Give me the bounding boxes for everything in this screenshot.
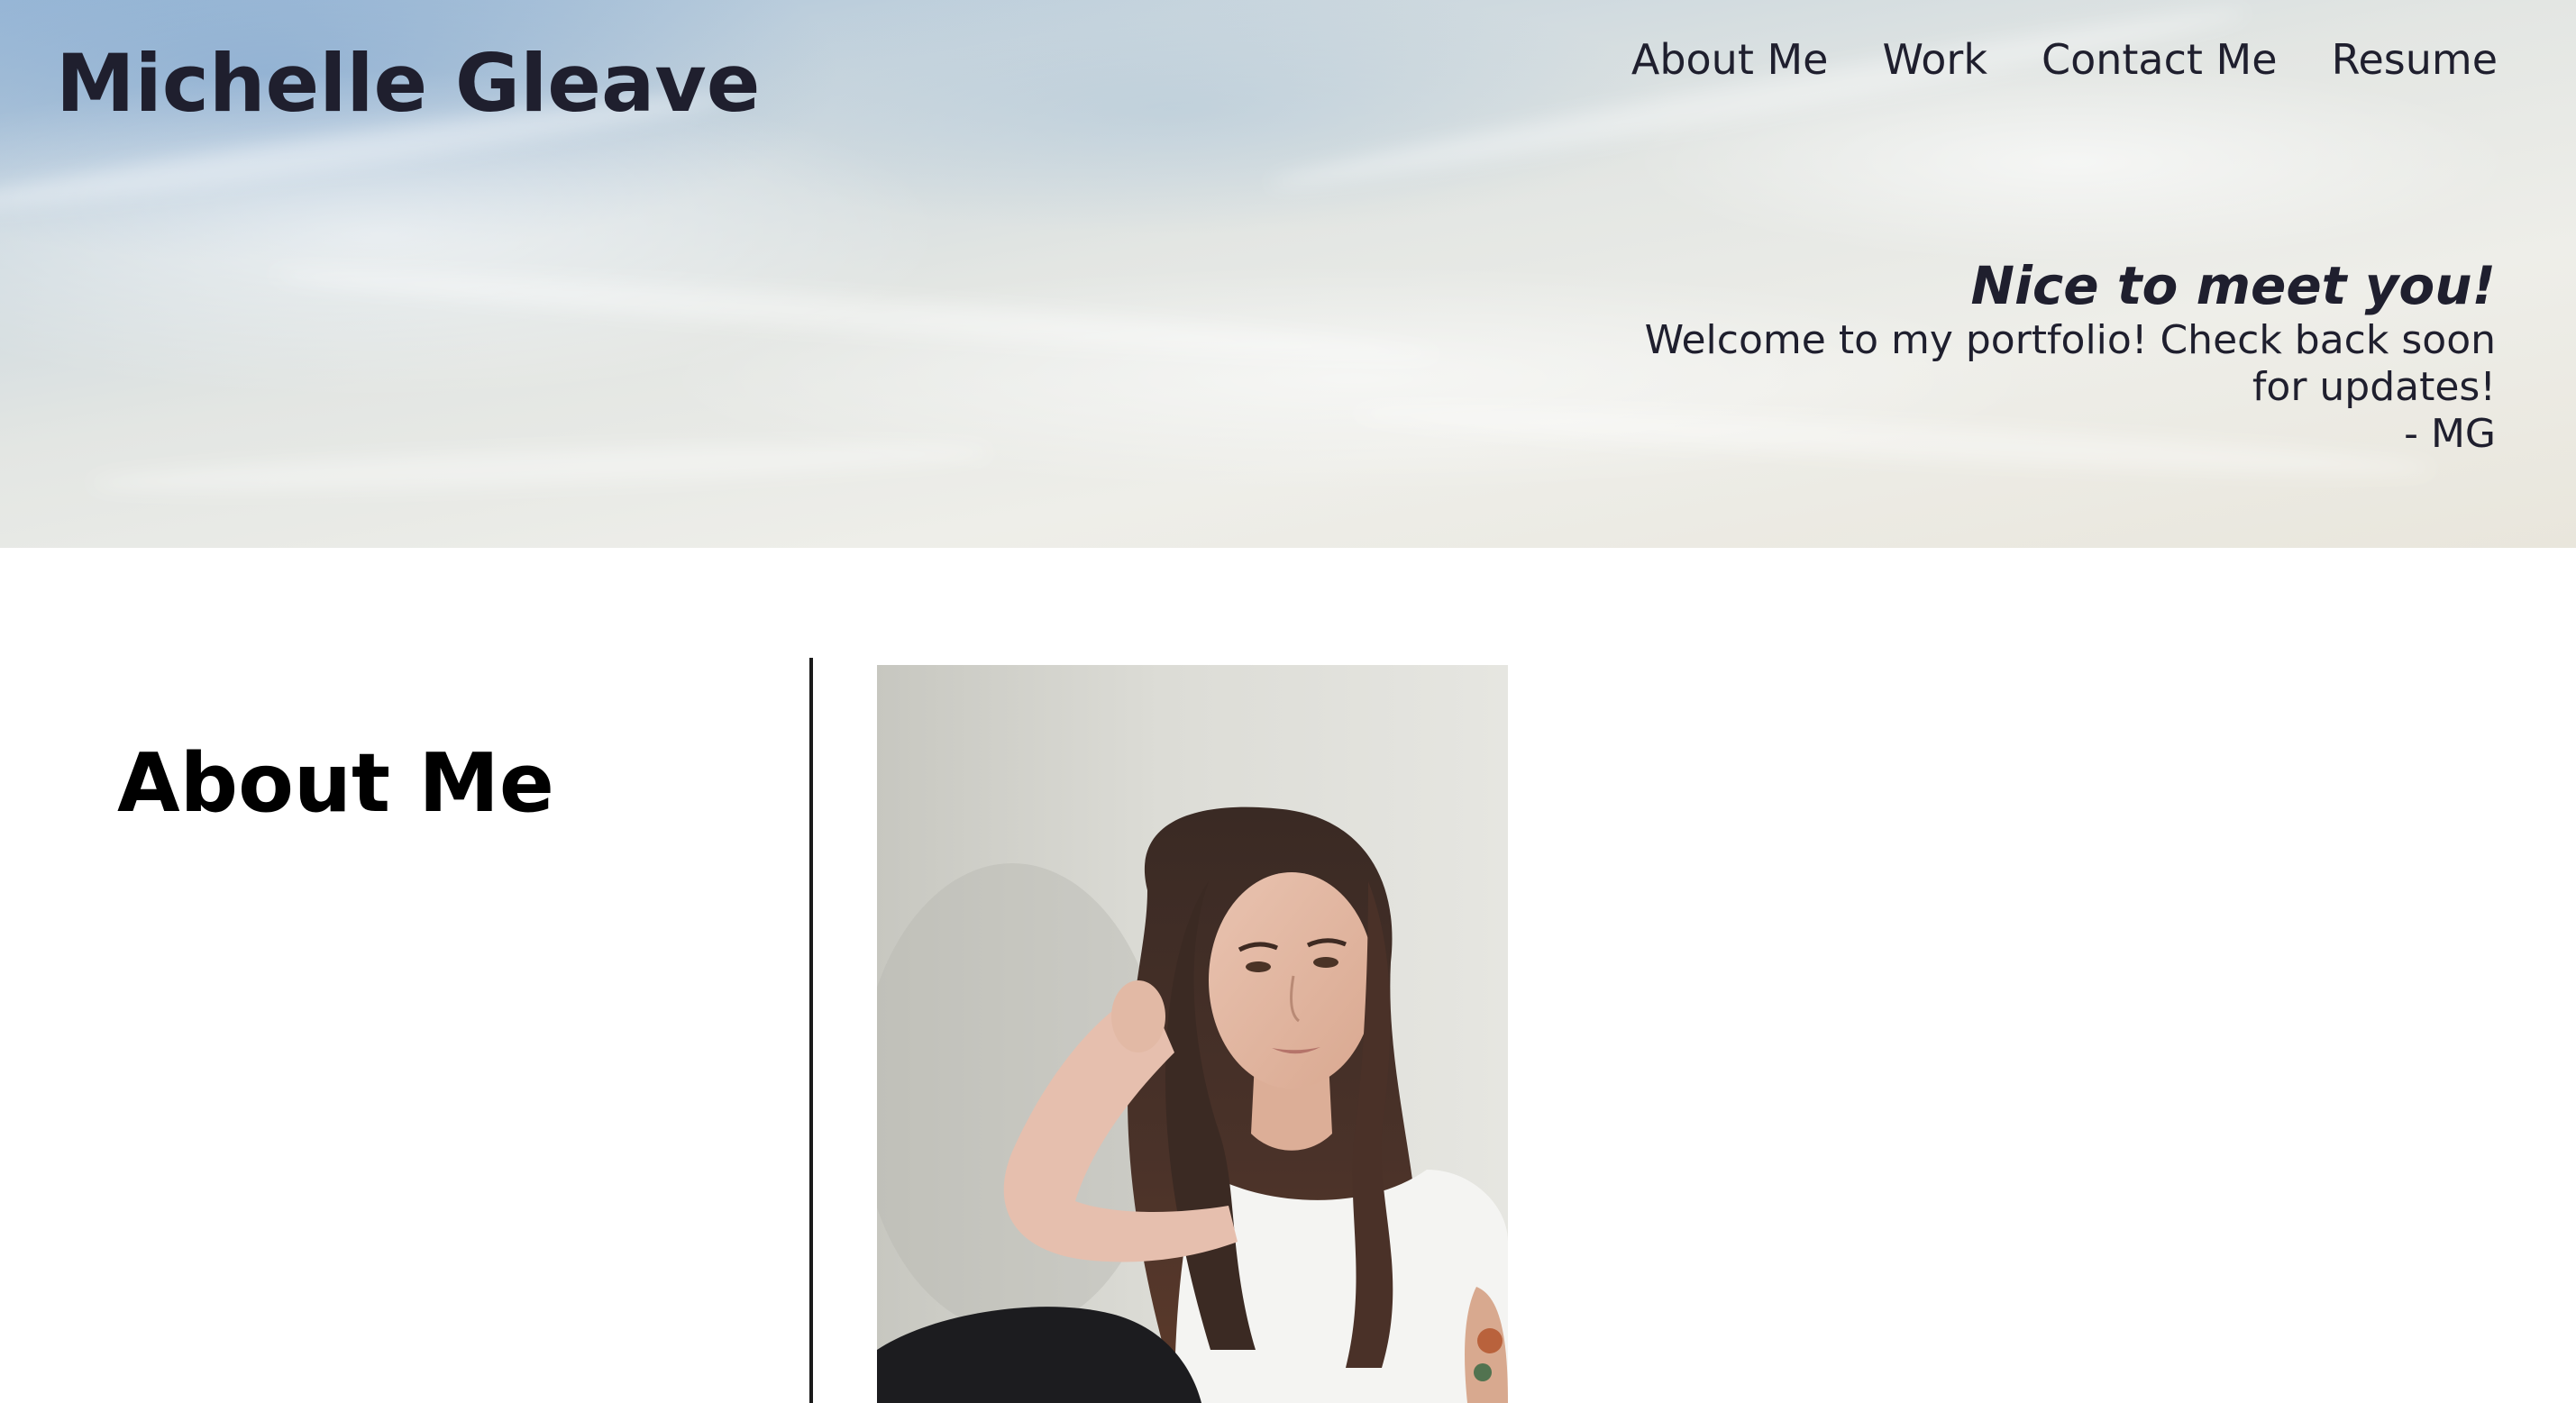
greeting-line: Welcome to my portfolio! Check back soon xyxy=(1644,317,2496,363)
nav-contact-me[interactable]: Contact Me xyxy=(2042,34,2278,85)
about-heading: About Me xyxy=(117,736,554,831)
greeting-heading: Nice to meet you! xyxy=(1970,255,2496,316)
cloud-streak xyxy=(270,256,1442,373)
cloud-streak xyxy=(1266,0,2249,202)
greeting: Nice to meet you! Welcome to my portfoli… xyxy=(1594,254,2496,458)
nav-resume[interactable]: Resume xyxy=(2332,34,2498,85)
site-title[interactable]: Michelle Gleave xyxy=(56,34,760,133)
section-divider xyxy=(809,658,813,1403)
greeting-line: for updates! xyxy=(2252,364,2496,410)
hero-banner: Michelle Gleave About Me Work Contact Me… xyxy=(0,0,2576,548)
page: Michelle Gleave About Me Work Contact Me… xyxy=(0,0,2576,1403)
main-nav: About Me Work Contact Me Resume xyxy=(1631,34,2498,85)
portrait-illustration xyxy=(877,665,1508,1403)
greeting-signature: - MG xyxy=(2404,411,2496,457)
cloud-streak xyxy=(89,434,992,501)
nav-about-me[interactable]: About Me xyxy=(1631,34,1829,85)
nav-work[interactable]: Work xyxy=(1882,34,1987,85)
portrait-photo xyxy=(877,665,1508,1403)
